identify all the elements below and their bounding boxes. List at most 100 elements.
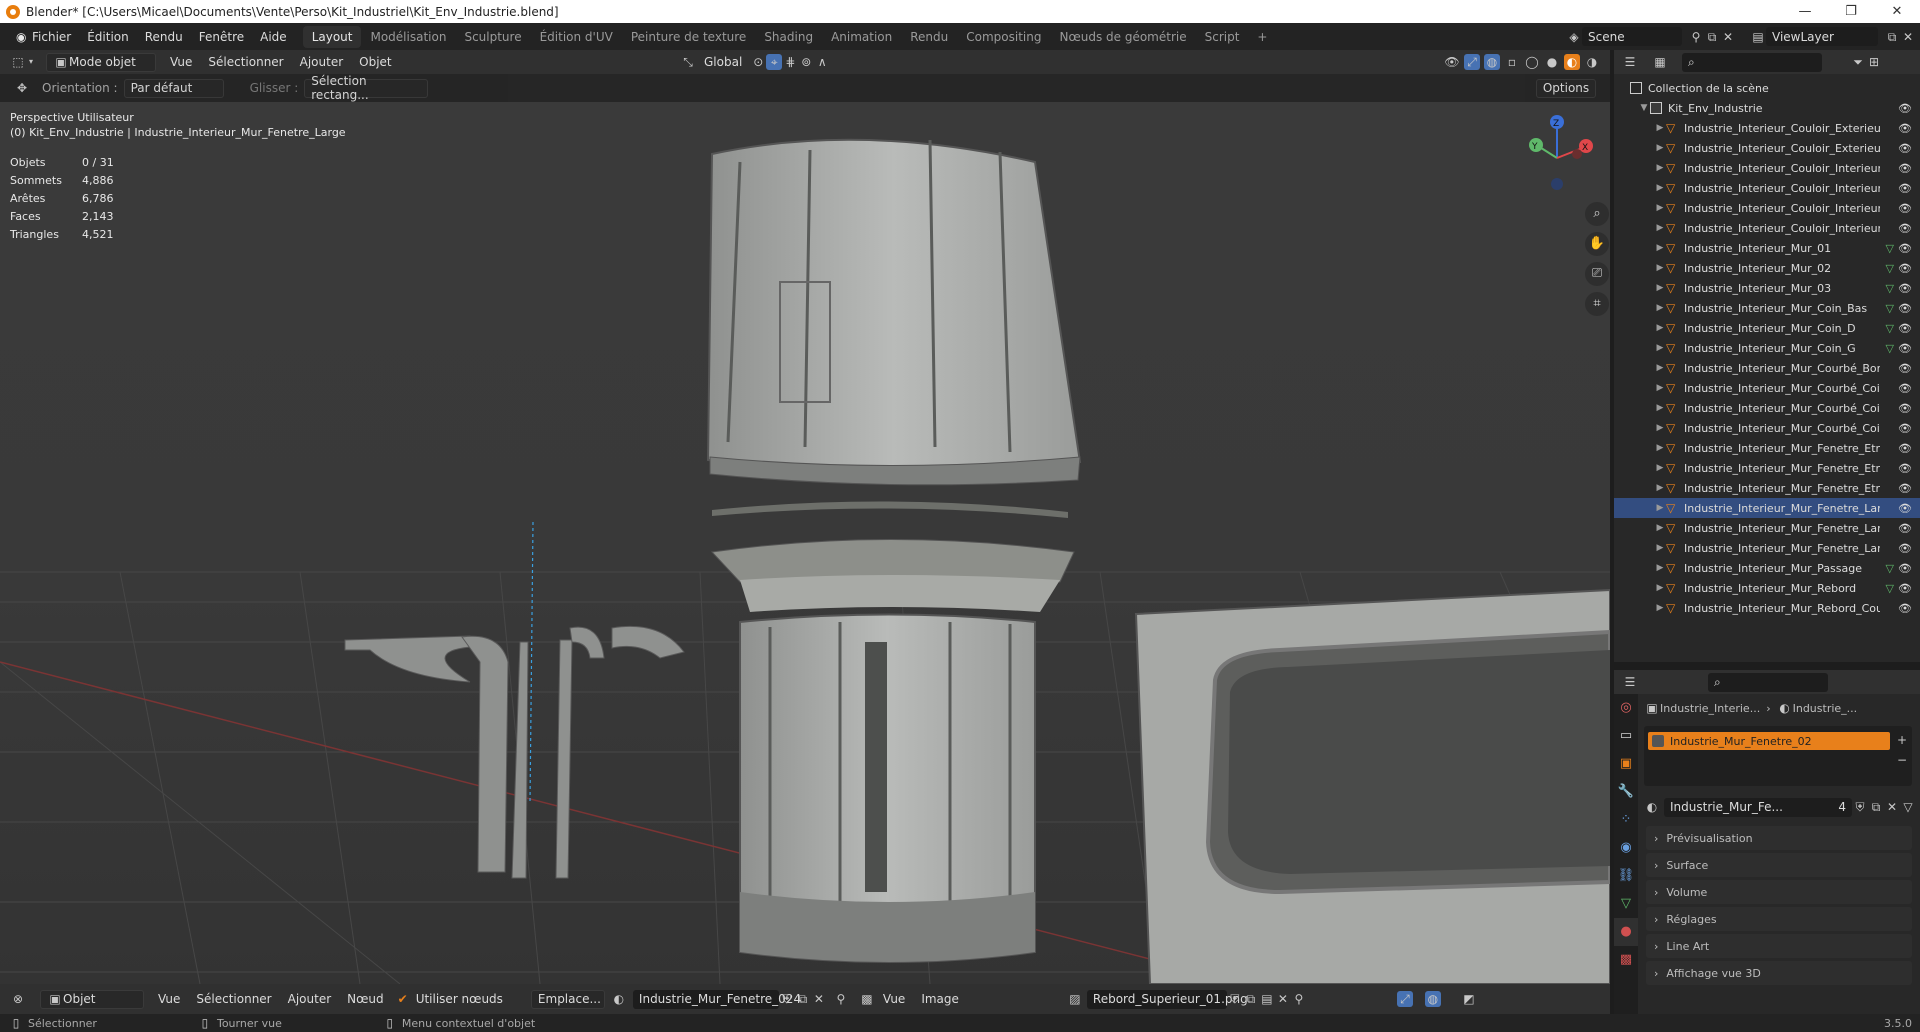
add-workspace-button[interactable]: + — [1248, 26, 1276, 48]
tab-texture-paint[interactable]: Peinture de texture — [622, 26, 755, 48]
expand-triangle-icon[interactable]: ▶ — [1654, 403, 1666, 413]
blender-menu-icon[interactable]: ◉ — [8, 29, 26, 45]
use-nodes-checkbox[interactable]: ✔ — [398, 992, 408, 1006]
display-mode-icon[interactable]: ▦ — [1652, 54, 1668, 70]
outliner-object-row[interactable]: ▶ ▽ Industrie_Interieur_Mur_01 ▽ 👁 — [1614, 238, 1920, 258]
gizmo-icon[interactable]: ⤢ — [1464, 54, 1480, 70]
menu-file[interactable]: Fichier — [24, 30, 79, 44]
filter-icon[interactable]: ⏷ — [1850, 54, 1866, 70]
fake-user-icon[interactable]: ⛨ — [779, 991, 795, 1007]
pin-icon[interactable]: ⚲ — [833, 991, 849, 1007]
outliner-object-row[interactable]: ▶ ▽ Industrie_Interieur_Mur_Coin_Bas ▽ 👁 — [1614, 298, 1920, 318]
outliner-object-row[interactable]: ▶ ▽ Industrie_Interieur_Couloir_Exterieur_… — [1614, 138, 1920, 158]
grid-ortho-icon[interactable]: ⌗ — [1585, 292, 1609, 316]
pin-icon[interactable]: ⚲ — [1291, 991, 1307, 1007]
editor-type-icon[interactable]: ⊗ — [10, 991, 26, 1007]
tab-sculpting[interactable]: Sculpture — [455, 26, 530, 48]
material-slot-list[interactable]: Industrie_Mur_Fenetre_02 + − — [1644, 726, 1912, 786]
eye-icon[interactable]: 👁 — [1898, 402, 1912, 415]
outliner-object-row[interactable]: ▶▽ Industrie_Interieur_Couloir_Interieur_… — [1614, 158, 1920, 178]
fake-user-icon[interactable]: ⛨ — [1852, 799, 1868, 815]
outliner-object-row[interactable]: ▶ ▽ Industrie_Interieur_Mur_Fenetre_Large_… — [1614, 518, 1920, 538]
unlink-image-icon[interactable]: ✕ — [1275, 991, 1291, 1007]
expand-triangle-icon[interactable]: ▶ — [1654, 603, 1666, 613]
expand-triangle-icon[interactable]: ▶ — [1654, 263, 1666, 273]
material-browse-icon[interactable]: ◐ — [611, 991, 627, 1007]
mesh-data-icon[interactable]: ▽ — [1886, 582, 1894, 595]
image-editor-icon[interactable]: ▩ — [859, 991, 875, 1007]
outliner-object-row[interactable]: ▶ ▽ Industrie_Interieur_Mur_Coin_G ▽ 👁 — [1614, 338, 1920, 358]
mesh-data-icon[interactable]: ▽ — [1886, 282, 1894, 295]
expand-triangle-icon[interactable]: ▶ — [1654, 243, 1666, 253]
expand-triangle-icon[interactable]: ▶ — [1654, 483, 1666, 493]
expand-triangle-icon[interactable]: ▶ — [1654, 283, 1666, 293]
menu-select[interactable]: Sélectionner — [188, 992, 279, 1006]
open-image-icon[interactable]: ▤ — [1259, 991, 1275, 1007]
menu-render[interactable]: Rendu — [137, 30, 191, 44]
outliner-search-input[interactable]: ⌕ — [1682, 52, 1822, 72]
overlay-icon[interactable]: ◍ — [1484, 54, 1500, 70]
panel-line-art[interactable]: › Line Art — [1646, 934, 1912, 958]
mesh-data-icon[interactable]: ▽ — [1886, 242, 1894, 255]
eye-icon[interactable]: 👁 — [1898, 342, 1912, 355]
outliner-object-row[interactable]: ▶ ▽ Industrie_Interieur_Mur_Courbé_Coin_D 👁 — [1614, 398, 1920, 418]
material-tab-icon[interactable]: ● — [1614, 918, 1638, 946]
menu-window[interactable]: Fenêtre — [191, 30, 252, 44]
eye-icon[interactable]: 👁 — [1898, 442, 1912, 455]
mesh-data-icon[interactable]: ▽ — [1886, 342, 1894, 355]
material-browse-icon[interactable]: ◐ — [1644, 799, 1660, 815]
maximize-button[interactable]: ❐ — [1828, 0, 1874, 23]
image-name-field[interactable]: Rebord_Superieur_01.png — [1086, 989, 1248, 1009]
expand-triangle-icon[interactable]: ▶ — [1654, 203, 1666, 213]
expand-triangle-icon[interactable]: ▶ — [1654, 443, 1666, 453]
view-layer-field[interactable]: ViewLayer — [1766, 27, 1878, 46]
menu-select[interactable]: Sélectionner — [200, 55, 291, 69]
eye-icon[interactable]: 👁 — [1898, 582, 1912, 595]
expand-triangle-icon[interactable]: ▶ — [1654, 363, 1666, 373]
material-shading-icon[interactable]: ◐ — [1564, 54, 1580, 70]
eye-icon[interactable]: 👁 — [1898, 222, 1912, 235]
solid-shading-icon[interactable]: ● — [1544, 54, 1560, 70]
minimize-button[interactable]: — — [1782, 0, 1828, 23]
outliner-object-row[interactable]: ▶ ▽ Industrie_Interieur_Mur_Passage ▽ 👁 — [1614, 558, 1920, 578]
eye-icon[interactable]: 👁 — [1898, 362, 1912, 375]
falloff-icon[interactable]: ∧ — [814, 54, 830, 70]
tab-shading[interactable]: Shading — [755, 26, 822, 48]
tab-modeling[interactable]: Modélisation — [361, 26, 455, 48]
expand-triangle-icon[interactable]: ▶ — [1654, 143, 1666, 153]
delete-scene-icon[interactable]: ✕ — [1720, 29, 1736, 45]
properties-editor-icon[interactable]: ☰ — [1622, 674, 1638, 690]
menu-help[interactable]: Aide — [252, 30, 295, 44]
expand-triangle-icon[interactable]: ▶ — [1654, 423, 1666, 433]
delete-view-layer-icon[interactable]: ✕ — [1900, 29, 1916, 45]
collapse-triangle-icon[interactable]: ▼ — [1638, 103, 1650, 113]
outliner-object-row[interactable]: ▶ ▽ Industrie_Interieur_Mur_Fenetre_Large_… — [1614, 538, 1920, 558]
expand-triangle-icon[interactable]: ▶ — [1654, 183, 1666, 193]
outliner-object-row[interactable]: ▶ ▽ Industrie_Interieur_Mur_03 ▽ 👁 — [1614, 278, 1920, 298]
outliner-object-row[interactable]: ▶ ▽ Industrie_Interieur_Couloir_Exterieur 👁 — [1614, 118, 1920, 138]
mesh-data-icon[interactable]: ▽ — [1886, 262, 1894, 275]
outliner-object-row[interactable]: ▶ ▽ Industrie_Interieur_Mur_Rebord_Courbé 👁 — [1614, 598, 1920, 618]
expand-triangle-icon[interactable]: ▶ — [1654, 383, 1666, 393]
mode-dropdown[interactable]: ▣ Mode objet — [46, 52, 156, 72]
add-slot-icon[interactable]: + — [1894, 732, 1910, 748]
expand-triangle-icon[interactable]: ▶ — [1654, 503, 1666, 513]
panel-surface[interactable]: › Surface — [1646, 853, 1912, 877]
mesh-data-icon[interactable]: ▽ — [1886, 302, 1894, 315]
pin-icon[interactable]: ⚲ — [1688, 29, 1704, 45]
shader-material-field[interactable]: Industrie_Mur_Fenetre_02 4 — [632, 989, 801, 1009]
transform-orientation-dropdown[interactable]: Global — [696, 55, 750, 69]
expand-triangle-icon[interactable]: ▶ — [1654, 543, 1666, 553]
new-image-icon[interactable]: ⧉ — [1243, 991, 1259, 1007]
snap-target-icon[interactable]: ⋕ — [782, 54, 798, 70]
material-slot-item[interactable]: Industrie_Mur_Fenetre_02 — [1648, 732, 1890, 750]
expand-triangle-icon[interactable]: ▶ — [1654, 123, 1666, 133]
proportional-edit-icon[interactable]: ⊚ — [798, 54, 814, 70]
expand-triangle-icon[interactable]: ▶ — [1654, 323, 1666, 333]
outliner-object-row[interactable]: ▶ ▽ Industrie_Interieur_Mur_Courbé_Bord 👁 — [1614, 358, 1920, 378]
outliner-object-row[interactable]: ▶ ▽ Industrie_Interieur_Mur_Fenetre_Etroit… — [1614, 458, 1920, 478]
eye-icon[interactable]: 👁 — [1898, 162, 1912, 175]
axis-gizmo-icon[interactable]: Z Y X — [1505, 108, 1605, 208]
mesh-data-icon[interactable]: ▽ — [1886, 322, 1894, 335]
eye-icon[interactable]: 👁 — [1898, 422, 1912, 435]
